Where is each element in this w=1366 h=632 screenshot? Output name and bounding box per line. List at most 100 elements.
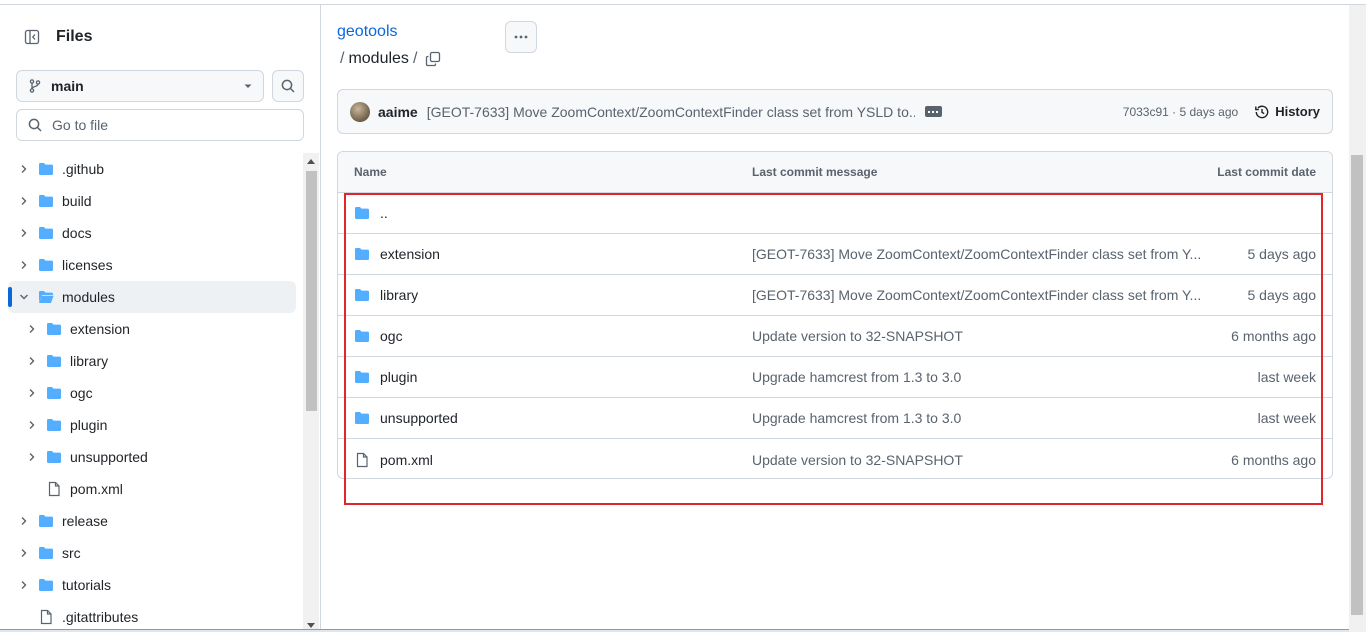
row-name-link[interactable]: unsupported <box>380 410 458 426</box>
tree-item-label: modules <box>62 289 115 305</box>
folder-icon <box>47 451 61 463</box>
search-files-button[interactable] <box>272 70 304 102</box>
row-commit-message[interactable]: Upgrade hamcrest from 1.3 to 3.0 <box>752 369 1202 385</box>
tree-chevron[interactable] <box>16 515 32 527</box>
row-name-link[interactable]: library <box>380 287 418 303</box>
breadcrumb-separator: / <box>412 50 418 67</box>
branch-selector[interactable]: main <box>16 70 264 102</box>
tree-item-label: unsupported <box>70 449 148 465</box>
sidebar-scroll-thumb[interactable] <box>306 171 317 411</box>
folder-icon <box>47 387 61 399</box>
row-commit-message[interactable]: Update version to 32-SNAPSHOT <box>752 328 1202 344</box>
tree-item-pom-xml[interactable]: pom.xml <box>8 473 296 505</box>
tree-item-label: build <box>62 193 92 209</box>
chevron-right-icon <box>29 357 35 365</box>
file-tree: .github build docs licenses modules extension… <box>8 153 296 632</box>
table-row[interactable]: library [GEOT-7633] Move ZoomContext/Zoom… <box>338 275 1332 316</box>
parent-directory-link[interactable]: .. <box>380 205 388 221</box>
page-scrollbar[interactable] <box>1349 5 1366 632</box>
more-options-button[interactable] <box>505 21 537 53</box>
parent-directory-row[interactable]: .. <box>338 193 1332 234</box>
collapse-sidebar-button[interactable] <box>16 21 48 53</box>
tree-item-github[interactable]: .github <box>8 153 296 185</box>
tree-item-gitattributes[interactable]: .gitattributes <box>8 601 296 632</box>
table-row[interactable]: plugin Upgrade hamcrest from 1.3 to 3.0 la… <box>338 357 1332 398</box>
tree-chevron[interactable] <box>16 259 32 271</box>
file-table: Name Last commit message Last commit dat… <box>337 151 1333 479</box>
tree-item-src[interactable]: src <box>8 537 296 569</box>
avatar[interactable] <box>350 101 370 122</box>
folder-icon <box>355 289 369 301</box>
row-commit-message[interactable]: [GEOT-7633] Move ZoomContext/ZoomContext… <box>752 246 1202 262</box>
row-name-link[interactable]: pom.xml <box>380 452 433 468</box>
breadcrumb-repo-link[interactable]: geotools <box>337 23 398 41</box>
breadcrumb: / modules / <box>340 50 441 68</box>
tree-chevron[interactable] <box>24 419 40 431</box>
copy-path-button[interactable] <box>425 51 441 67</box>
folder-icon <box>39 259 53 271</box>
sidebar-header: Files <box>16 21 92 53</box>
tree-chevron[interactable] <box>16 227 32 239</box>
folder-icon <box>355 248 369 260</box>
tree-item-docs[interactable]: docs <box>8 217 296 249</box>
table-row[interactable]: extension [GEOT-7633] Move ZoomContext/Zo… <box>338 234 1332 275</box>
tree-chevron[interactable] <box>24 323 40 335</box>
tree-chevron[interactable] <box>16 195 32 207</box>
tree-item-icon <box>38 609 54 625</box>
commit-message[interactable]: [GEOT-7633] Move ZoomContext/ZoomContext… <box>427 104 915 120</box>
row-name-link[interactable]: plugin <box>380 369 417 385</box>
row-name-link[interactable]: extension <box>380 246 440 262</box>
tree-chevron[interactable] <box>24 451 40 463</box>
tree-item-extension[interactable]: extension <box>8 313 296 345</box>
scroll-down-arrow[interactable] <box>307 623 315 628</box>
tree-item-tutorials[interactable]: tutorials <box>8 569 296 601</box>
table-row[interactable]: ogc Update version to 32-SNAPSHOT 6 months… <box>338 316 1332 357</box>
row-commit-message[interactable]: [GEOT-7633] Move ZoomContext/ZoomContext… <box>752 287 1202 303</box>
row-commit-message[interactable]: Upgrade hamcrest from 1.3 to 3.0 <box>752 410 1202 426</box>
tree-item-release[interactable]: release <box>8 505 296 537</box>
folder-icon <box>47 355 61 367</box>
tree-item-icon <box>38 193 54 209</box>
table-row[interactable]: pom.xml Update version to 32-SNAPSHOT 6 mo… <box>338 439 1332 478</box>
tree-item-icon <box>46 385 62 401</box>
file-icon <box>48 481 60 497</box>
tree-item-modules[interactable]: modules <box>8 281 296 313</box>
chevron-right-icon <box>21 165 27 173</box>
commit-sha-and-time[interactable]: 7033c91 · 5 days ago <box>1123 105 1238 119</box>
history-button[interactable]: History <box>1254 104 1320 120</box>
tree-item-unsupported[interactable]: unsupported <box>8 441 296 473</box>
row-commit-date: 6 months ago <box>1231 451 1316 468</box>
tree-item-licenses[interactable]: licenses <box>8 249 296 281</box>
sidebar-scrollbar[interactable] <box>303 153 319 632</box>
row-name-link[interactable]: ogc <box>380 328 403 344</box>
chevron-right-icon <box>21 517 27 525</box>
row-commit-message[interactable]: Update version to 32-SNAPSHOT <box>752 452 1202 468</box>
tree-chevron[interactable] <box>16 547 32 559</box>
chevron-right-icon <box>29 453 35 461</box>
tree-item-plugin[interactable]: plugin <box>8 409 296 441</box>
expand-commit-message-button[interactable] <box>924 106 942 117</box>
tree-chevron[interactable] <box>16 579 32 591</box>
folder-icon <box>355 412 369 424</box>
tree-item-label: plugin <box>70 417 108 433</box>
tree-item-library[interactable]: library <box>8 345 296 377</box>
go-to-file-input[interactable]: Go to file <box>16 109 304 141</box>
chevron-right-icon <box>29 325 35 333</box>
row-commit-date: last week <box>1257 410 1316 426</box>
page-scroll-thumb[interactable] <box>1351 155 1363 615</box>
table-row[interactable]: unsupported Upgrade hamcrest from 1.3 to … <box>338 398 1332 439</box>
tree-chevron[interactable] <box>16 163 32 175</box>
tree-chevron[interactable] <box>24 355 40 367</box>
tree-item-icon <box>46 417 62 433</box>
tree-item-build[interactable]: build <box>8 185 296 217</box>
tree-item-label: docs <box>62 225 92 241</box>
tree-chevron[interactable] <box>16 291 32 303</box>
tree-chevron[interactable] <box>24 387 40 399</box>
scroll-up-arrow[interactable] <box>307 159 315 164</box>
tree-item-label: .github <box>62 161 105 177</box>
tree-item-label: ogc <box>70 385 93 401</box>
commit-author[interactable]: aaime <box>378 104 418 120</box>
tree-item-ogc[interactable]: ogc <box>8 377 296 409</box>
kebab-horizontal-icon <box>514 35 528 39</box>
tree-item-icon <box>46 449 62 465</box>
